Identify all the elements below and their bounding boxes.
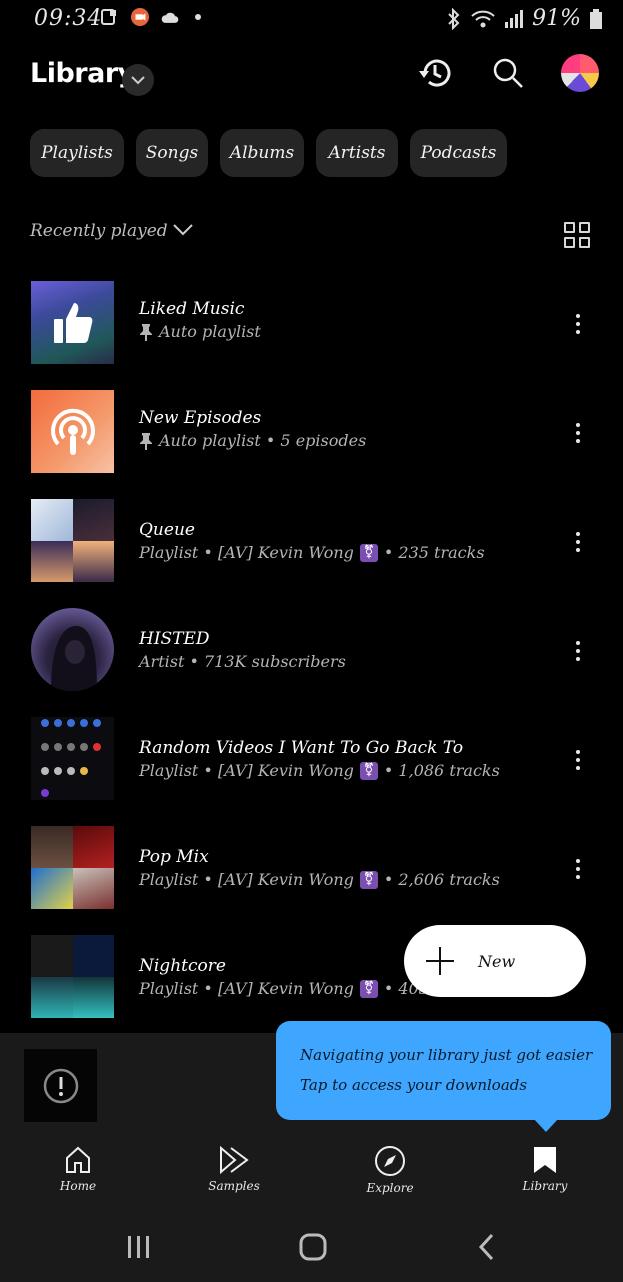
status-right: 91% [446,6,603,31]
liked-music-thumbnail [31,281,114,364]
nightcore-thumbnail [31,935,114,1018]
item-title: Random Videos I Want To Go Back To [139,738,464,758]
history-button[interactable] [416,54,454,92]
histed-thumbnail [31,608,114,691]
badge-icon: ⚧ [359,761,378,780]
tooltip-line1: Navigating your library just got easier [300,1046,593,1064]
chevron-down-icon [173,224,193,236]
home-icon [66,1146,90,1173]
pin-icon [140,323,152,341]
nav-home[interactable]: Home [28,1145,128,1205]
account-avatar[interactable] [561,54,599,92]
samples-icon [220,1145,249,1175]
badge-icon: ⚧ [359,543,378,562]
library-switcher-button[interactable] [122,64,154,96]
recent-apps-button[interactable] [126,1234,152,1264]
chip-podcasts[interactable]: Podcasts [410,129,507,177]
recent-apps-icon [128,1236,149,1258]
hooded-figure-icon [51,626,97,691]
badge-icon: ⚧ [359,979,378,998]
wifi-icon [471,10,495,27]
history-icon [419,59,451,87]
search-button[interactable] [489,54,527,92]
battery-icon [590,8,602,29]
chip-albums[interactable]: Albums [220,129,304,177]
more-options-button[interactable] [565,856,591,882]
search-icon [493,58,523,88]
item-title: HISTED [139,629,210,649]
alert-icon [43,1068,78,1103]
new-button-label: New [478,951,516,971]
tooltip-tail [533,1118,559,1132]
list-item[interactable]: Random Videos I Want To Go Back To Playl… [0,706,623,806]
item-subtitle: Playlist • [AV] Kevin Wong ⚧ • 2,606 tra… [139,870,500,889]
chip-songs[interactable]: Songs [136,129,208,177]
status-notification-icons [100,8,210,26]
random-videos-thumbnail [31,717,114,800]
item-subtitle: Artist • 713K subscribers [139,652,346,671]
chip-playlists[interactable]: Playlists [30,129,124,177]
item-title: Pop Mix [139,847,209,867]
badge-icon: ⚧ [359,870,378,889]
dot-icon [195,14,201,20]
pop-mix-thumbnail [31,826,114,909]
list-item[interactable]: Queue Playlist • [AV] Kevin Wong ⚧ • 235… [0,488,623,588]
cloud-icon [161,12,179,23]
item-title: New Episodes [139,408,262,428]
queue-thumbnail [31,499,114,582]
mini-player-thumbnail[interactable] [24,1049,97,1122]
item-title: Nightcore [139,956,226,976]
more-options-button[interactable] [565,529,591,555]
chevron-down-icon [131,75,145,84]
list-item[interactable]: Liked Music Auto playlist [0,270,623,370]
item-subtitle: Auto playlist [139,322,261,341]
item-subtitle: Playlist • [AV] Kevin Wong ⚧ • 235 track… [139,543,485,562]
downloads-tooltip[interactable]: Navigating your library just got easier … [276,1021,611,1132]
battery-percent: 91% [532,6,581,31]
nav-library[interactable]: Library [495,1145,595,1205]
more-options-button[interactable] [565,311,591,337]
list-item[interactable]: Pop Mix Playlist • [AV] Kevin Wong ⚧ • 2… [0,815,623,915]
more-options-button[interactable] [565,420,591,446]
sort-label[interactable]: Recently played [30,221,168,241]
library-icon [534,1147,556,1173]
chip-artists[interactable]: Artists [316,129,398,177]
grid-icon [564,222,575,233]
status-time: 09:34 [34,6,103,31]
app-grid-icon [41,719,101,797]
back-icon [478,1233,494,1261]
item-subtitle: Auto playlist • 5 episodes [139,431,366,450]
sort-dropdown[interactable] [172,222,194,242]
nav-samples[interactable]: Samples [184,1145,284,1205]
new-button[interactable]: New [404,925,586,997]
thumbs-up-icon [53,302,92,343]
signal-icon [505,9,524,28]
more-options-button[interactable] [565,747,591,773]
pin-icon [140,432,152,450]
page-title: Library [30,58,135,89]
nav-explore[interactable]: Explore [340,1145,440,1205]
home-system-button[interactable] [298,1232,328,1266]
more-options-button[interactable] [565,638,591,664]
record-icon [131,8,149,26]
item-title: Queue [139,520,195,540]
new-episodes-thumbnail [31,390,114,473]
notification-icon [101,9,116,25]
plus-icon [426,947,454,975]
grid-view-toggle[interactable] [564,222,590,248]
back-button[interactable] [474,1232,500,1266]
bluetooth-icon [448,7,460,30]
item-title: Liked Music [139,299,245,319]
explore-icon [375,1146,405,1176]
home-circle-icon [299,1233,327,1261]
list-item[interactable]: HISTED Artist • 713K subscribers [0,597,623,697]
tooltip-line2: Tap to access your downloads [300,1076,528,1094]
item-subtitle: Playlist • [AV] Kevin Wong ⚧ • 1,086 tra… [139,761,500,780]
list-item[interactable]: New Episodes Auto playlist • 5 episodes [0,379,623,479]
podcast-icon [50,408,95,455]
